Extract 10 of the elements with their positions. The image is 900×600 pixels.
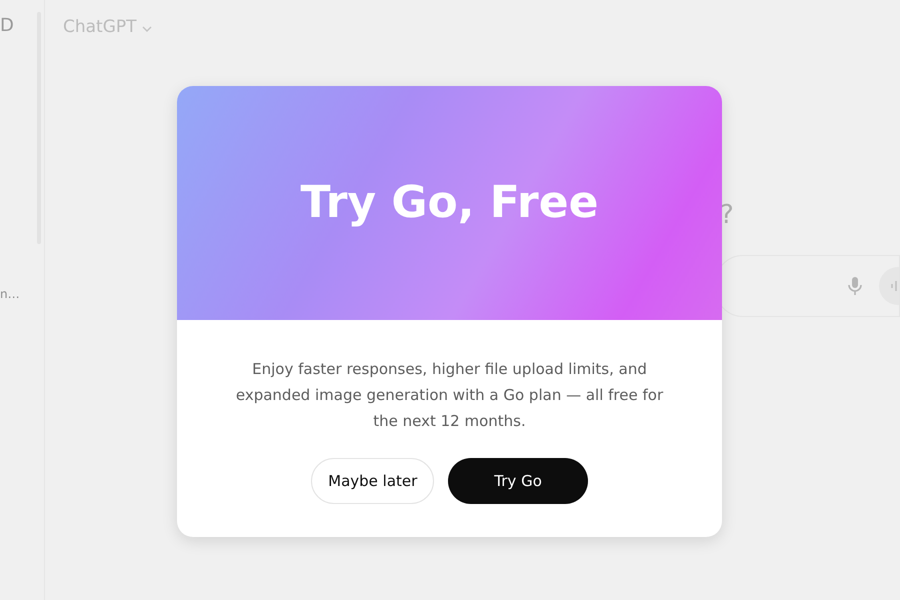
greeting-heading: ? <box>720 199 734 232</box>
sidebar-item[interactable]: D <box>0 17 44 35</box>
try-button[interactable]: Try Go <box>448 458 588 504</box>
dialog-title: Try Go, Free <box>300 176 598 230</box>
dismiss-button[interactable]: Maybe later <box>311 458 434 504</box>
microphone-icon[interactable] <box>847 276 863 296</box>
waveform-icon <box>891 280 899 292</box>
dialog-description: Enjoy faster responses, higher file upload limits, and expanded image generation with a Go plan — all free for the next 12 months. <box>234 359 664 432</box>
sidebar-item[interactable]: n… <box>0 285 44 303</box>
voice-button[interactable] <box>879 267 899 305</box>
